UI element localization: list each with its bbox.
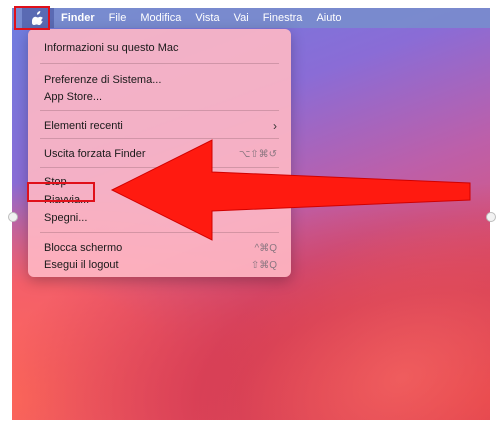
red-arrow-icon — [110, 139, 471, 241]
crop-handle-right[interactable] — [486, 212, 496, 222]
crop-handle-left[interactable] — [8, 212, 18, 222]
